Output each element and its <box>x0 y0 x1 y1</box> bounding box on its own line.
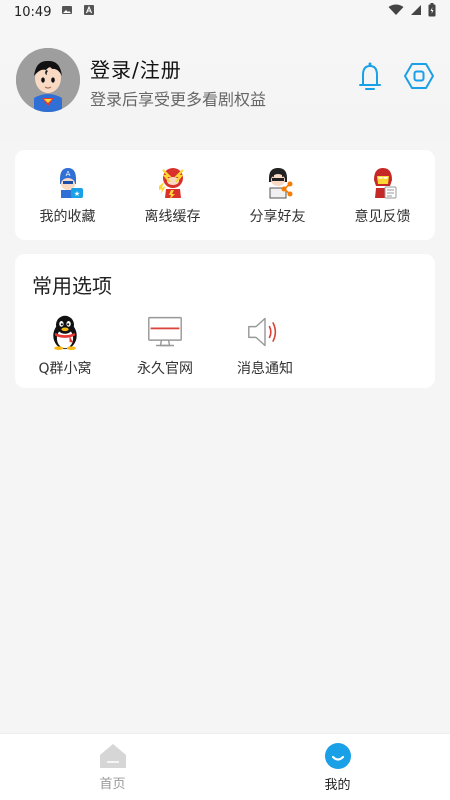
hexagon-settings-icon <box>404 63 434 89</box>
monitor-icon <box>148 316 182 347</box>
notification-bell-button[interactable] <box>354 60 386 92</box>
image-notification-icon <box>61 4 73 20</box>
svg-text:A: A <box>65 170 70 178</box>
bottom-navigation: 首页 我的 <box>0 733 450 800</box>
option-official-site[interactable]: 永久官网 <box>115 314 215 378</box>
qq-penguin-icon <box>53 315 77 350</box>
shortcut-label: 我的收藏 <box>39 209 96 225</box>
iron-man-icon <box>373 168 396 199</box>
login-benefits-subtitle: 登录后享受更多看剧权益 <box>90 90 267 109</box>
status-left: 10:49 <box>14 4 95 20</box>
a-notification-icon <box>83 4 95 20</box>
bell-icon <box>359 62 381 90</box>
common-options-card: 常用选项 Q群小窝 永久官网 消息通知 <box>15 254 435 388</box>
shortcut-label: 离线缓存 <box>144 209 201 225</box>
nav-home[interactable]: 首页 <box>0 734 225 800</box>
signal-icon <box>410 4 422 20</box>
settings-button[interactable] <box>403 60 435 92</box>
status-bar: 10:49 <box>0 0 450 24</box>
shortcut-label: 意见反馈 <box>354 209 411 225</box>
common-options-grid: Q群小窝 永久官网 消息通知 <box>15 314 335 378</box>
option-label: Q群小窝 <box>38 361 92 377</box>
wifi-icon <box>388 4 404 20</box>
home-icon <box>99 743 126 768</box>
shortcut-share-friends[interactable]: 分享好友 <box>225 150 330 240</box>
superman-avatar-icon <box>16 48 80 112</box>
svg-text:★: ★ <box>73 190 79 198</box>
captain-america-icon: A ★ <box>59 168 83 198</box>
option-label: 永久官网 <box>137 361 193 377</box>
speaker-icon <box>248 317 277 347</box>
status-right <box>388 3 436 21</box>
avatar[interactable] <box>16 48 80 112</box>
nav-mine[interactable]: 我的 <box>225 734 450 800</box>
share-hero-icon <box>268 168 292 199</box>
option-message-notify[interactable]: 消息通知 <box>215 314 315 378</box>
shortcuts-card: A ★ 我的收藏 离线缓存 分享好友 意见反馈 <box>15 150 435 240</box>
nav-home-label: 首页 <box>99 776 126 792</box>
option-label: 消息通知 <box>237 361 293 377</box>
flash-icon <box>158 168 184 199</box>
login-register-title[interactable]: 登录/注册 <box>90 54 182 83</box>
shortcut-favorites[interactable]: A ★ 我的收藏 <box>15 150 120 240</box>
shortcut-label: 分享好友 <box>249 209 306 225</box>
shortcuts-grid: A ★ 我的收藏 离线缓存 分享好友 意见反馈 <box>15 150 435 240</box>
mine-smile-icon <box>324 742 351 769</box>
common-options-title: 常用选项 <box>32 274 112 298</box>
option-qq-group[interactable]: Q群小窝 <box>15 314 115 378</box>
shortcut-offline-cache[interactable]: 离线缓存 <box>120 150 225 240</box>
profile-header: 登录/注册 登录后享受更多看剧权益 <box>0 24 450 140</box>
status-time: 10:49 <box>14 4 52 20</box>
battery-icon <box>428 3 436 21</box>
nav-mine-label: 我的 <box>324 777 351 793</box>
shortcut-feedback[interactable]: 意见反馈 <box>330 150 435 240</box>
